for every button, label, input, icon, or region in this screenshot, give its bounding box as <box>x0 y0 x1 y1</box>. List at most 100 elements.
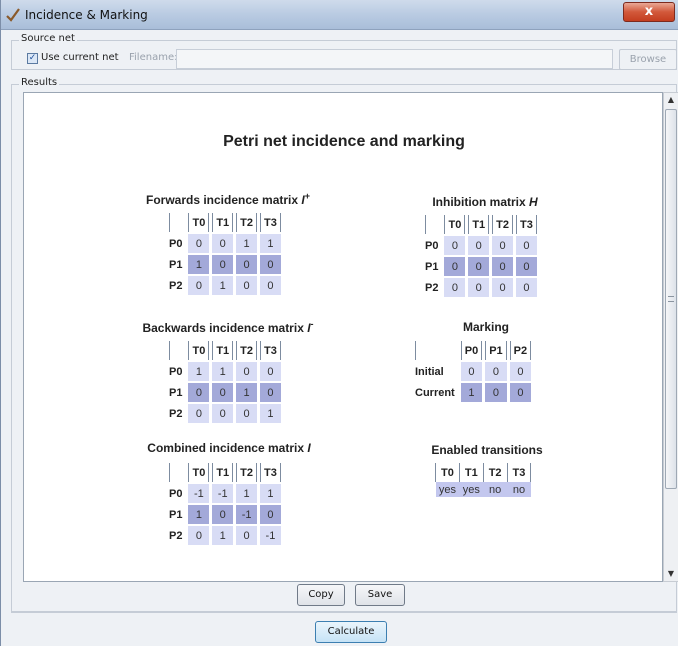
browse-button[interactable]: Browse <box>619 49 677 70</box>
save-button[interactable]: Save <box>355 584 405 606</box>
row-label: P1 <box>169 258 183 271</box>
matrix-cell: 0 <box>260 383 281 402</box>
column-header: T2 <box>236 463 257 482</box>
column-header: T3 <box>260 213 281 232</box>
column-header: T0 <box>188 463 210 482</box>
row-label: P2 <box>169 279 183 292</box>
matrix-row: P0 0 0 1 1 <box>169 234 281 253</box>
matrix-cell: 0 <box>188 526 210 545</box>
matrix-cell: 1 <box>188 505 210 524</box>
matrix-cell: 0 <box>492 236 513 255</box>
row-label: P0 <box>169 365 183 378</box>
header-row: T0 T1 T2 T3 <box>435 463 532 482</box>
combined-matrix-heading: Combined incidence matrix I <box>147 441 311 455</box>
incidence-marking-window: Incidence & Marking x Source net ✓ Use c… <box>0 0 678 646</box>
matrix-cell: -1 <box>188 484 210 503</box>
title-bar[interactable]: Incidence & Marking x <box>1 0 678 30</box>
filename-input[interactable] <box>176 49 613 69</box>
matrix-row: P1 1 0 0 0 <box>169 255 281 274</box>
matrix-cell: 0 <box>188 234 210 253</box>
matrix-cell: 0 <box>485 383 507 402</box>
column-header: T0 <box>444 215 466 234</box>
matrix-row: P0 0 0 0 0 <box>425 236 537 255</box>
matrix-cell: 0 <box>236 526 257 545</box>
matrix-cell: 0 <box>509 362 532 381</box>
matrix-row: P2 0 1 0 0 <box>169 276 281 295</box>
matrix-cell: 1 <box>236 383 257 402</box>
row-label: P1 <box>169 508 183 521</box>
column-header: T1 <box>212 213 234 232</box>
row-label: Initial <box>415 365 444 378</box>
matrix-cell: 0 <box>260 362 281 381</box>
enabled-row: yes yes no no <box>435 482 531 497</box>
matrix-row: Current 1 0 0 <box>415 383 532 402</box>
matrix-cell: 0 <box>188 383 210 402</box>
copy-button[interactable]: Copy <box>297 584 345 606</box>
source-net-title: Source net <box>19 33 77 44</box>
matrix-cell: 1 <box>260 484 281 503</box>
header-row: T0 T1 T2 T3 <box>169 213 281 232</box>
matrix-cell: 0 <box>492 257 513 276</box>
header-row: T0 T1 T2 T3 <box>169 463 281 482</box>
column-header: T2 <box>236 341 257 360</box>
close-button[interactable]: x <box>623 2 675 22</box>
matrix-cell: 1 <box>260 234 281 253</box>
matrix-cell: -1 <box>260 526 281 545</box>
column-header: T0 <box>435 463 460 482</box>
forwards-matrix-heading: Forwards incidence matrix I+ <box>146 191 310 207</box>
enabled-cell: yes <box>459 482 484 497</box>
row-label: P0 <box>169 237 183 250</box>
matrix-row: P1 1 0 -1 0 <box>169 505 281 524</box>
column-header: T1 <box>212 463 234 482</box>
inhibition-matrix: T0 T1 T2 T3 P0 0 0 0 0 P1 0 0 0 0 P2 0 0 0 0 <box>422 213 540 299</box>
use-current-net-label[interactable]: Use current net <box>41 52 119 63</box>
matrix-cell: 0 <box>260 255 281 274</box>
matrix-cell: 0 <box>236 276 257 295</box>
matrix-cell: 0 <box>485 362 507 381</box>
matrix-row: Initial 0 0 0 <box>415 362 532 381</box>
matrix-cell: 1 <box>212 276 234 295</box>
row-label: P0 <box>425 239 439 252</box>
column-header: T2 <box>492 215 513 234</box>
filename-label: Filename: <box>129 52 178 63</box>
calculate-button[interactable]: Calculate <box>315 621 387 643</box>
forwards-incidence-matrix: T0 T1 T2 T3 P0 0 0 1 1 P1 1 0 0 0 P2 0 1 0 0 <box>166 211 284 297</box>
scroll-up-arrow-icon[interactable]: ▲ <box>664 93 678 107</box>
scroll-down-arrow-icon[interactable]: ▼ <box>664 567 678 581</box>
matrix-cell: 1 <box>188 362 210 381</box>
backwards-matrix-heading: Backwards incidence matrix I- <box>142 319 314 335</box>
results-title: Results <box>19 77 60 88</box>
column-header: T3 <box>516 215 537 234</box>
matrix-row: P0 1 1 0 0 <box>169 362 281 381</box>
enabled-cell: no <box>507 482 531 497</box>
marking-table: P0 P1 P2 Initial 0 0 0 Current 1 0 0 <box>412 339 534 404</box>
matrix-cell: 0 <box>444 236 466 255</box>
matrix-row: P1 0 0 1 0 <box>169 383 281 402</box>
use-current-net-checkbox[interactable]: ✓ <box>27 53 38 64</box>
column-header: T3 <box>260 463 281 482</box>
corner-cell <box>415 341 458 360</box>
results-pane[interactable]: Petri net incidence and marking Forwards… <box>23 92 663 582</box>
matrix-cell: 0 <box>444 278 466 297</box>
matrix-cell: 1 <box>188 255 210 274</box>
matrix-cell: 0 <box>212 383 234 402</box>
header-row: P0 P1 P2 <box>415 341 532 360</box>
matrix-cell: -1 <box>236 505 257 524</box>
marking-heading: Marking <box>462 320 509 334</box>
enabled-transitions-heading: Enabled transitions <box>431 443 543 457</box>
matrix-cell: 1 <box>236 484 257 503</box>
column-header: T2 <box>236 213 257 232</box>
combined-incidence-matrix: T0 T1 T2 T3 P0 -1 -1 1 1 P1 1 0 -1 0 P2 0 1 0 -1 <box>166 461 284 547</box>
matrix-cell: 0 <box>516 278 537 297</box>
enabled-cell: yes <box>435 482 460 497</box>
matrix-cell: 1 <box>212 526 234 545</box>
scroll-thumb[interactable] <box>665 109 677 489</box>
matrix-cell: 1 <box>260 404 281 423</box>
corner-cell <box>169 463 185 482</box>
enabled-transitions-table: T0 T1 T2 T3 yes yes no no <box>435 463 532 497</box>
backwards-incidence-matrix: T0 T1 T2 T3 P0 1 1 0 0 P1 0 0 1 0 P2 0 0 0 1 <box>166 339 284 425</box>
column-header: T2 <box>482 463 508 482</box>
row-label: P1 <box>169 386 183 399</box>
results-scrollbar[interactable]: ▲ ▼ <box>663 92 678 582</box>
matrix-cell: 0 <box>516 257 537 276</box>
